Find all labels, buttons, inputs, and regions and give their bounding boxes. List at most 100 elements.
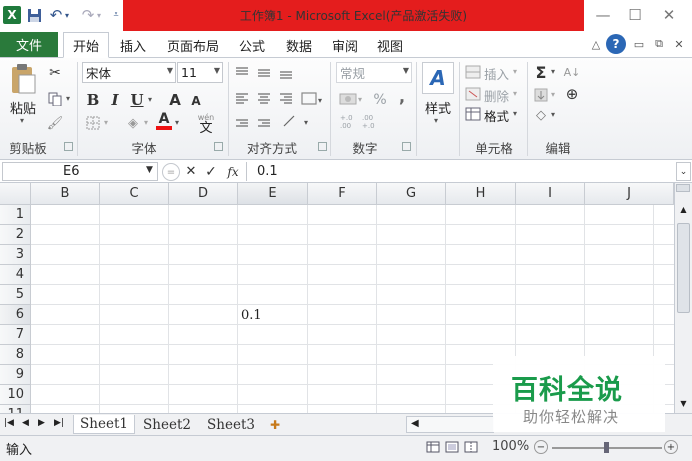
row-header-9[interactable]: 9 [0, 365, 31, 385]
currency-icon[interactable] [338, 90, 358, 108]
number-launcher-icon[interactable] [402, 142, 411, 151]
excel-app-icon[interactable]: X [3, 6, 21, 24]
tab-formulas[interactable]: 公式 [232, 32, 272, 58]
zoom-level[interactable]: 100% [492, 439, 529, 454]
format-cells-button[interactable]: 格式 [484, 106, 509, 125]
name-box-dropdown-icon[interactable]: ▼ [146, 165, 153, 175]
delete-cells-button[interactable]: 删除 [484, 86, 509, 105]
column-header-i[interactable]: I [516, 183, 585, 205]
customize-quick-access-icon[interactable]: ⩡ [110, 5, 122, 25]
insert-cells-button[interactable]: 插入 [484, 64, 509, 83]
number-format-combo[interactable]: 常规 ▼ [336, 62, 412, 83]
save-icon[interactable] [24, 5, 44, 25]
row-header-5[interactable]: 5 [0, 285, 31, 305]
column-header-j[interactable]: J [585, 183, 674, 205]
styles-button[interactable]: 样式 [425, 98, 451, 117]
fill-color-dropdown-icon[interactable]: ▾ [144, 118, 148, 127]
normal-view-icon[interactable] [425, 439, 441, 455]
clear-icon[interactable]: ◇ [532, 106, 550, 124]
tab-review[interactable]: 审阅 [326, 32, 364, 58]
cut-icon[interactable]: ✂ [46, 64, 64, 82]
border-dropdown-icon[interactable]: ▾ [104, 118, 108, 127]
clipboard-launcher-icon[interactable] [64, 142, 73, 151]
autosum-dropdown-icon[interactable]: ▾ [551, 67, 555, 76]
column-header-d[interactable]: D [169, 183, 238, 205]
window-minimize-icon[interactable]: ▭ [630, 35, 648, 53]
insert-sheet-icon[interactable]: ✚ [266, 416, 284, 433]
shrink-font-button[interactable]: A [188, 92, 204, 110]
sheet-tab-sheet1[interactable]: Sheet1 [73, 415, 135, 434]
formula-input[interactable]: 0.1 [246, 162, 676, 181]
styles-icon[interactable]: A [422, 62, 454, 94]
column-header-f[interactable]: F [308, 183, 377, 205]
font-color-dropdown-icon[interactable]: ▾ [175, 118, 179, 127]
row-header-1[interactable]: 1 [0, 205, 31, 225]
insert-dropdown-icon[interactable]: ▾ [513, 67, 517, 76]
scroll-left-icon[interactable]: ◀ [411, 418, 419, 429]
scroll-down-icon[interactable]: ▼ [677, 399, 690, 408]
row-header-11[interactable]: 11 [0, 405, 31, 413]
row-header-7[interactable]: 7 [0, 325, 31, 345]
format-cells-icon[interactable] [464, 106, 482, 122]
underline-button[interactable]: U [128, 90, 146, 110]
find-select-icon[interactable]: ⊕ [562, 84, 582, 104]
row-header-10[interactable]: 10 [0, 385, 31, 405]
column-header-e[interactable]: E [238, 183, 308, 205]
zoom-slider-thumb[interactable] [604, 442, 609, 453]
cancel-entry-icon[interactable]: ✕ [183, 162, 199, 181]
page-break-view-icon[interactable] [463, 439, 479, 455]
paste-dropdown-icon[interactable]: ▾ [20, 116, 24, 125]
comma-style-button[interactable]: , [394, 86, 410, 106]
close-button[interactable]: ✕ [654, 4, 684, 26]
fill-icon[interactable] [532, 86, 550, 104]
tab-home[interactable]: 开始 [63, 32, 109, 58]
last-sheet-icon[interactable]: ▶| [54, 418, 64, 428]
horizontal-scrollbar[interactable]: ◀ [406, 416, 494, 433]
percent-button[interactable]: % [370, 90, 390, 110]
row-header-4[interactable]: 4 [0, 265, 31, 285]
format-dropdown-icon[interactable]: ▾ [513, 109, 517, 118]
maximize-button[interactable]: ☐ [620, 4, 650, 26]
decrease-decimal-button[interactable]: .00 +.0 [362, 114, 380, 130]
formula-expand-handle[interactable]: = [162, 163, 180, 181]
first-sheet-icon[interactable]: |◀ [4, 418, 14, 428]
column-header-c[interactable]: C [100, 183, 169, 205]
tab-view[interactable]: 视图 [371, 32, 409, 58]
clear-dropdown-icon[interactable]: ▾ [551, 110, 555, 119]
tab-insert[interactable]: 插入 [113, 32, 153, 58]
fill-dropdown-icon[interactable]: ▾ [551, 90, 555, 99]
window-close-icon[interactable]: ✕ [670, 35, 688, 53]
italic-button[interactable]: I [106, 90, 124, 110]
sheet-tab-sheet2[interactable]: Sheet2 [136, 415, 198, 434]
row-header-3[interactable]: 3 [0, 245, 31, 265]
vertical-scrollbar[interactable]: ▲ ▼ [674, 183, 692, 413]
orientation-dropdown-icon[interactable]: ▾ [304, 118, 308, 127]
tab-page-layout[interactable]: 页面布局 [160, 32, 226, 58]
delete-dropdown-icon[interactable]: ▾ [513, 89, 517, 98]
copy-dropdown-icon[interactable]: ▾ [66, 94, 70, 103]
redo-dropdown-icon[interactable]: ▾ [94, 5, 104, 25]
row-header-6[interactable]: 6 [0, 305, 31, 325]
increase-decimal-button[interactable]: +.0 .00 [340, 114, 358, 130]
column-header-b[interactable]: B [31, 183, 100, 205]
expand-formula-bar-icon[interactable]: ⌄ [676, 162, 691, 181]
paste-button[interactable]: 粘贴 [10, 98, 36, 117]
undo-dropdown-icon[interactable]: ▾ [62, 5, 72, 25]
autosum-button[interactable]: Σ [532, 62, 550, 82]
font-size-combo[interactable]: 11 ▼ [177, 62, 223, 83]
styles-dropdown-icon[interactable]: ▾ [434, 116, 438, 125]
underline-dropdown-icon[interactable]: ▾ [148, 95, 152, 104]
column-header-g[interactable]: G [377, 183, 446, 205]
confirm-entry-icon[interactable]: ✓ [203, 162, 219, 181]
zoom-in-icon[interactable]: + [664, 440, 678, 454]
bold-button[interactable]: B [84, 90, 102, 110]
phonetic-guide-button[interactable]: wén 文 [192, 111, 220, 135]
name-box[interactable]: E6 [2, 162, 158, 181]
scroll-up-icon[interactable]: ▲ [677, 205, 690, 214]
select-all-corner[interactable] [0, 183, 31, 205]
paste-icon[interactable] [8, 62, 38, 96]
split-box[interactable] [676, 184, 690, 192]
tab-file[interactable]: 文件 [0, 32, 58, 57]
minimize-button[interactable]: — [588, 4, 618, 26]
grow-font-button[interactable]: A [166, 90, 184, 110]
